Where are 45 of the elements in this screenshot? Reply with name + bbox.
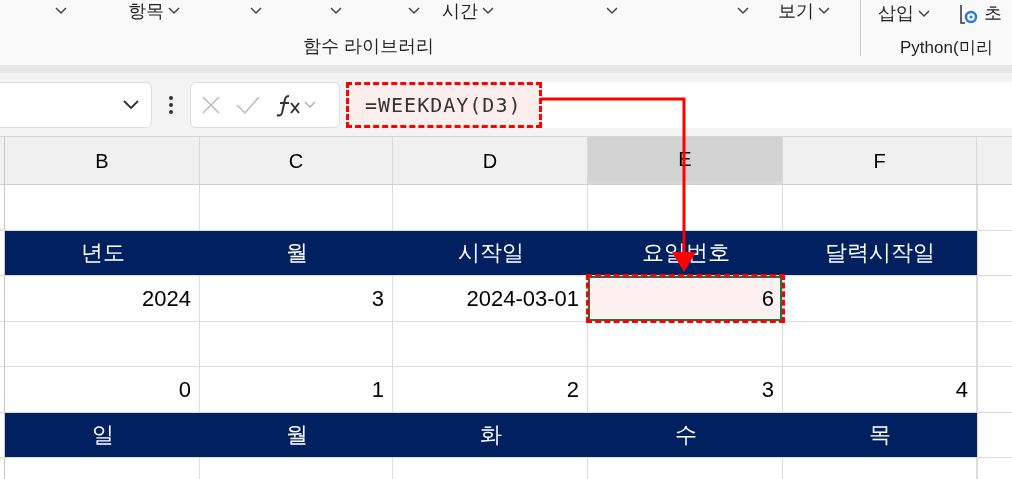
- chevron-icon: [55, 7, 67, 15]
- header-cell: 월: [200, 412, 393, 457]
- table-cell[interactable]: 0: [5, 367, 200, 412]
- selected-cell[interactable]: 6: [588, 276, 783, 321]
- header-cell: 달력시작일: [783, 230, 977, 275]
- ribbon-button[interactable]: 보기: [778, 0, 830, 22]
- cancel-icon[interactable]: [201, 94, 221, 115]
- chevron-icon: [250, 7, 262, 15]
- header-cell: 년도: [5, 230, 200, 275]
- chevron-icon: [168, 7, 180, 15]
- column-header[interactable]: F: [783, 137, 977, 184]
- header-cell: 수: [588, 412, 783, 457]
- header-cell: 시작일: [393, 230, 588, 275]
- chevron-icon: [408, 7, 420, 15]
- chevron-icon: [737, 7, 749, 15]
- column-header[interactable]: C: [200, 137, 393, 184]
- chevron-icon: [482, 7, 494, 15]
- formula-bar-field[interactable]: [542, 81, 1012, 128]
- ribbon-button[interactable]: 삽입: [878, 0, 930, 27]
- table-cell[interactable]: 3: [588, 367, 783, 412]
- table-cell[interactable]: 1: [200, 367, 393, 412]
- ribbon-button[interactable]: 항목: [128, 0, 180, 22]
- header-cell: 월: [200, 230, 393, 275]
- chevron-icon: [123, 99, 139, 110]
- more-icon[interactable]: [169, 95, 173, 114]
- function-icon[interactable]: [275, 92, 317, 117]
- table-cell[interactable]: 2024: [5, 276, 200, 321]
- name-box[interactable]: [0, 81, 152, 128]
- chevron-icon: [818, 7, 830, 15]
- check-icon[interactable]: [235, 94, 261, 115]
- group-label: Python(미리: [900, 37, 993, 59]
- chevron-icon: [606, 7, 618, 15]
- header-cell: 목: [783, 412, 977, 457]
- table-cell[interactable]: 3: [200, 276, 393, 321]
- chevron-icon: [330, 7, 342, 15]
- header-cell: 일: [5, 412, 200, 457]
- table-cell[interactable]: 4: [783, 367, 977, 412]
- column-header[interactable]: B: [5, 137, 200, 184]
- formula-field[interactable]: =WEEKDAY(D3): [346, 81, 542, 128]
- group-label: 함수 라이브러리: [303, 35, 434, 58]
- table-cell[interactable]: 2: [393, 367, 588, 412]
- header-cell: 화: [393, 412, 588, 457]
- ribbon-button[interactable]: 초: [958, 0, 1002, 27]
- chevron-icon: [918, 9, 930, 18]
- ribbon-button[interactable]: 시간: [442, 0, 494, 22]
